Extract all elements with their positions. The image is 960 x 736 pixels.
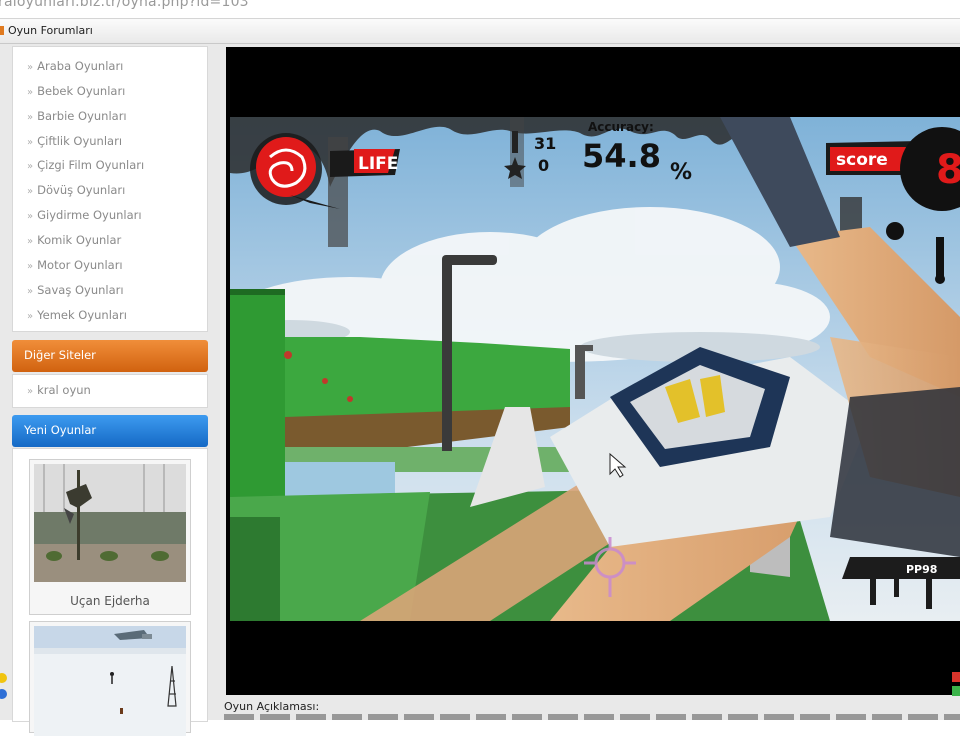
category-link[interactable]: » Komik Oyunlar: [27, 233, 121, 253]
game-canvas[interactable]: LIFE 31 0 Accuracy: 54.8 % score 8 PP98: [230, 117, 960, 621]
game-description-label: Oyun Açıklaması:: [224, 700, 320, 713]
ammo-count: 31: [534, 134, 556, 153]
favorites-item-oyun-forumlari[interactable]: Oyun Forumları: [8, 24, 93, 37]
category-link[interactable]: » Dövüş Oyunları: [27, 183, 125, 203]
category-link[interactable]: » Yemek Oyunları: [27, 308, 127, 328]
new-games-list: Uçan Ejderha: [12, 448, 208, 736]
address-bar[interactable]: raloyunlari.biz.tr/oyna.php?id=103: [0, 0, 960, 19]
bullet-arrow-icon: »: [27, 161, 34, 172]
favorites-bar: Oyun Forumları: [0, 19, 960, 44]
category-link[interactable]: » Giydirme Oyunları: [27, 208, 142, 228]
category-link[interactable]: » Çizgi Film Oyunları: [27, 158, 144, 178]
other-sites-list: » kral oyun: [12, 374, 208, 408]
new-games-header: Yeni Oyunlar: [12, 415, 208, 447]
bullet-arrow-icon: »: [27, 311, 34, 322]
game-thumbnail-card[interactable]: Uçan Ejderha: [29, 459, 191, 615]
category-link[interactable]: » Barbie Oyunları: [27, 109, 127, 129]
category-link[interactable]: » Bebek Oyunları: [27, 84, 125, 104]
bullet-arrow-icon: »: [27, 62, 34, 73]
category-link[interactable]: » Motor Oyunları: [27, 258, 123, 278]
bullet-arrow-icon: »: [27, 87, 34, 98]
bullet-arrow-icon: »: [27, 286, 34, 297]
page-content: » Araba Oyunları » Bebek Oyunları » Barbie …: [0, 44, 960, 736]
bullet-arrow-icon: »: [27, 112, 34, 123]
category-link[interactable]: » Araba Oyunları: [27, 59, 123, 79]
side-widget-right[interactable]: [952, 670, 960, 700]
weapon-label: PP98: [906, 563, 937, 576]
folder-icon: [0, 26, 4, 35]
life-label: LIFE: [358, 154, 398, 174]
widget-icon: [0, 673, 7, 699]
bullet-arrow-icon: »: [27, 236, 34, 247]
accuracy-label: Accuracy:: [588, 120, 654, 134]
other-site-link[interactable]: » kral oyun: [27, 383, 91, 397]
category-list: » Araba Oyunları » Bebek Oyunları » Barbie …: [12, 46, 208, 332]
sidebar: » Araba Oyunları » Bebek Oyunları » Barbie …: [10, 44, 210, 736]
bullet-arrow-icon: »: [27, 261, 34, 272]
score-label: score: [836, 150, 888, 170]
game-description-text: [224, 714, 960, 720]
score-value: 8: [936, 147, 960, 193]
side-widget[interactable]: [0, 670, 8, 710]
category-link[interactable]: » Çiftlik Oyunları: [27, 134, 122, 154]
bullet-arrow-icon: »: [27, 137, 34, 148]
bullet-arrow-icon: »: [27, 386, 34, 397]
category-link[interactable]: » Savaş Oyunları: [27, 283, 124, 303]
accuracy-value: 54.8: [582, 137, 661, 175]
url-text[interactable]: raloyunlari.biz.tr/oyna.php?id=103: [0, 0, 249, 10]
status-dots-icon: [952, 672, 960, 696]
game-player[interactable]: LIFE 31 0 Accuracy: 54.8 % score 8 PP98: [226, 47, 960, 695]
game-thumbnail-card[interactable]: [29, 621, 191, 736]
accuracy-unit: %: [670, 160, 692, 185]
game-thumbnail-caption[interactable]: Uçan Ejderha: [30, 594, 190, 608]
bullet-arrow-icon: »: [27, 211, 34, 222]
kill-count: 0: [538, 156, 549, 175]
bullet-arrow-icon: »: [27, 186, 34, 197]
game-thumbnail-image[interactable]: [34, 464, 186, 582]
other-sites-header: Diğer Siteler: [12, 340, 208, 372]
